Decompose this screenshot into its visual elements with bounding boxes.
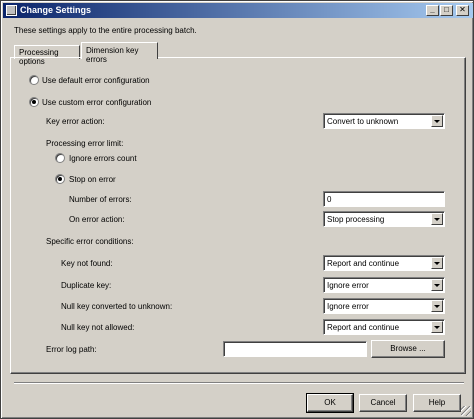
key-error-action-value: Convert to unknown: [327, 117, 399, 126]
number-of-errors-input[interactable]: 0: [323, 191, 445, 207]
chevron-down-icon[interactable]: [431, 300, 443, 312]
number-of-errors-label: Number of errors:: [69, 195, 132, 204]
null-key-converted-value: Ignore error: [327, 302, 369, 311]
use-default-radio[interactable]: [29, 75, 39, 85]
on-error-action-value: Stop processing: [327, 215, 385, 224]
key-not-found-label: Key not found:: [61, 259, 113, 268]
null-key-not-allowed-label: Null key not allowed:: [61, 323, 135, 332]
use-custom-radio[interactable]: [29, 97, 39, 107]
number-of-errors-value: 0: [327, 195, 332, 204]
cancel-button[interactable]: Cancel: [359, 394, 407, 412]
use-default-label[interactable]: Use default error configuration: [42, 76, 150, 85]
close-button[interactable]: ✕: [456, 5, 469, 16]
chevron-down-icon[interactable]: [431, 213, 443, 225]
duplicate-key-select[interactable]: Ignore error: [323, 277, 445, 293]
footer-separator: [14, 382, 464, 384]
key-error-action-label: Key error action:: [46, 117, 105, 126]
null-key-converted-select[interactable]: Ignore error: [323, 298, 445, 314]
duplicate-key-value: Ignore error: [327, 281, 369, 290]
ignore-errors-count-radio[interactable]: [55, 153, 65, 163]
null-key-converted-label: Null key converted to unknown:: [61, 302, 173, 311]
maximize-button[interactable]: □: [440, 5, 453, 16]
tab-dimension-key-errors[interactable]: Dimension key errors: [81, 42, 158, 64]
on-error-action-label: On error action:: [69, 215, 125, 224]
use-custom-label[interactable]: Use custom error configuration: [42, 98, 151, 107]
null-key-not-allowed-select[interactable]: Report and continue: [323, 319, 445, 335]
window-title: Change Settings: [20, 5, 92, 15]
duplicate-key-label: Duplicate key:: [61, 281, 112, 290]
ok-button[interactable]: OK: [306, 393, 354, 413]
chevron-down-icon[interactable]: [431, 257, 443, 269]
error-log-path-label: Error log path:: [46, 345, 97, 354]
null-key-not-allowed-value: Report and continue: [327, 323, 400, 332]
browse-button[interactable]: Browse ...: [371, 340, 445, 358]
key-not-found-select[interactable]: Report and continue: [323, 255, 445, 271]
processing-error-limit-label: Processing error limit:: [46, 139, 124, 148]
resize-grip-icon[interactable]: [461, 406, 471, 416]
minimize-button[interactable]: _: [426, 5, 439, 16]
specific-error-conditions-label: Specific error conditions:: [46, 237, 134, 246]
change-settings-dialog: Change Settings _ □ ✕ These settings app…: [0, 0, 474, 419]
help-button[interactable]: Help: [413, 394, 461, 412]
stop-on-error-radio[interactable]: [55, 174, 65, 184]
key-not-found-value: Report and continue: [327, 259, 400, 268]
chevron-down-icon[interactable]: [431, 115, 443, 127]
stop-on-error-label[interactable]: Stop on error: [69, 175, 116, 184]
error-log-path-input[interactable]: [223, 341, 367, 357]
title-bar[interactable]: Change Settings _ □ ✕: [3, 3, 473, 18]
ignore-errors-count-label[interactable]: Ignore errors count: [69, 154, 137, 163]
batch-description: These settings apply to the entire proce…: [14, 26, 197, 35]
key-error-action-select[interactable]: Convert to unknown: [323, 113, 445, 129]
chevron-down-icon[interactable]: [431, 279, 443, 291]
on-error-action-select[interactable]: Stop processing: [323, 211, 445, 227]
app-icon: [6, 5, 17, 16]
chevron-down-icon[interactable]: [431, 321, 443, 333]
